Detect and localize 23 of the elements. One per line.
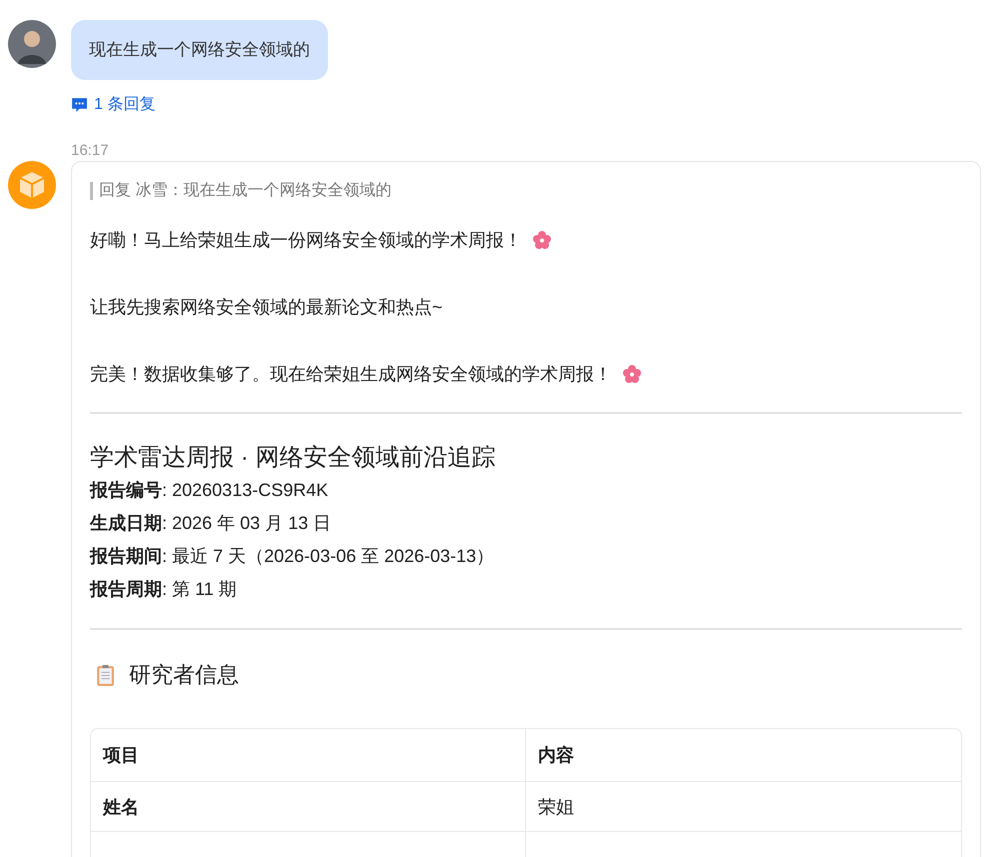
table-cell: 姓名 [91, 782, 526, 832]
flower-icon [532, 230, 552, 250]
report-meta: 报告周期: 第 11 期 [90, 578, 238, 601]
comment-icon [71, 96, 88, 113]
flower-icon [622, 364, 642, 384]
reply-quote: 回复 冰雪：现在生成一个网络安全领域的 [90, 182, 962, 200]
table-cell: 荣姐 [526, 782, 961, 832]
report-meta: 生成日期: 2026 年 03 月 13 日 [90, 512, 332, 535]
message-text: 让我先搜索网络安全领域的最新论文和热点~ [90, 297, 443, 317]
replies-link[interactable]: 1 条回复 [71, 94, 156, 115]
timestamp: 16:17 [71, 141, 110, 161]
user-avatar [8, 20, 56, 68]
message-text: 好嘞！马上给荣姐生成一份网络安全领域的学术周报！ [90, 230, 522, 250]
clipboard-icon [96, 664, 115, 686]
report-meta: 报告编号: 20260313-CS9R4K [90, 479, 330, 502]
message-text: 完美！数据收集够了。现在给荣姐生成网络安全领域的学术周报！ [90, 364, 612, 384]
box-avatar-icon [8, 161, 56, 209]
table-header: 内容 [526, 729, 961, 782]
table-header: 项目 [91, 729, 526, 782]
section-title: 研究者信息 [129, 661, 239, 689]
report-title: 学术雷达周报 · 网络安全领域前沿追踪 [90, 443, 496, 473]
message-bubble: 现在生成一个网络安全领域的 [71, 20, 328, 80]
report-meta: 报告期间: 最近 7 天（2026-03-06 至 2026-03-13） [90, 545, 496, 568]
